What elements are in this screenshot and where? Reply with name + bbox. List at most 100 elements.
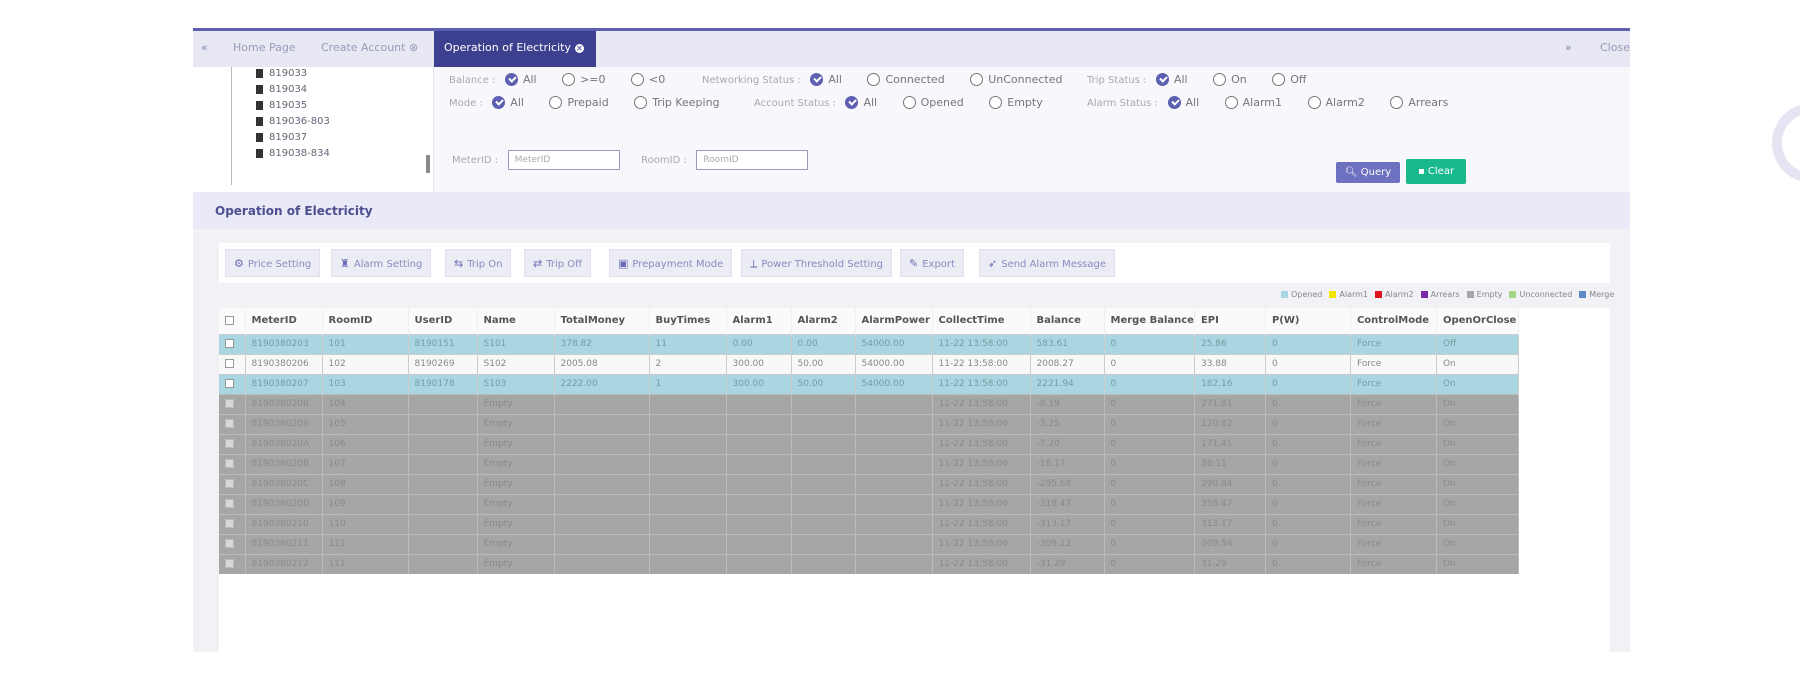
scroll-right-icon[interactable]: » bbox=[1565, 41, 1572, 54]
table-cell: 0 bbox=[1265, 373, 1351, 394]
row-checkbox[interactable] bbox=[219, 373, 246, 394]
table-row[interactable]: 819038020B 107 Empty 11-22 13:58:00 -18.17 0 3… bbox=[219, 453, 1519, 474]
table-cell bbox=[554, 433, 650, 454]
table-row[interactable]: 819038020D 109 Empty 11-22 13:58:00 -318.47 0… bbox=[219, 493, 1519, 514]
tree-node[interactable]: 819033 bbox=[256, 66, 307, 82]
table-row[interactable]: 8190380207 103 8190178 S103 2222.00 1 300.00 50… bbox=[219, 373, 1519, 394]
send-alarm-button[interactable]: ➶ Send Alarm Message bbox=[979, 249, 1116, 277]
column-header[interactable]: Alarm2 bbox=[791, 308, 856, 334]
trip-option-on[interactable]: On bbox=[1213, 72, 1247, 87]
table-row[interactable]: 8190380211 111 Empty 11-22 13:58:00 -309.12 0… bbox=[219, 533, 1519, 554]
trip-on-button[interactable]: ⇆ Trip On bbox=[445, 249, 512, 277]
row-checkbox[interactable] bbox=[219, 433, 246, 454]
close-tab-icon[interactable]: ⊗ bbox=[409, 41, 418, 54]
table-cell: 50.00 bbox=[791, 353, 856, 374]
table-row[interactable]: 8190380212 111 Empty 11-22 13:58:00 -31.29 0 3… bbox=[219, 553, 1519, 574]
table-row[interactable]: 8190380206 102 8190269 S102 2005.08 2 300.00 50… bbox=[219, 353, 1519, 374]
file-icon bbox=[256, 84, 263, 94]
column-header[interactable]: ControlMode bbox=[1350, 308, 1437, 334]
tree-node[interactable]: 819035 bbox=[256, 98, 307, 114]
prepayment-mode-button[interactable]: ▣ Prepayment Mode bbox=[609, 249, 733, 277]
row-checkbox[interactable] bbox=[219, 473, 246, 494]
table-cell: -313.17 bbox=[1030, 513, 1105, 534]
mode-option-trip-keeping[interactable]: Trip Keeping bbox=[634, 95, 720, 110]
networking-option-unconnected[interactable]: UnConnected bbox=[970, 72, 1062, 87]
column-header[interactable]: AlarmPower bbox=[855, 308, 933, 334]
table-row[interactable]: 8190380208 104 Empty 11-22 13:58:00 -8.19 0 27… bbox=[219, 393, 1519, 414]
table-cell: Force bbox=[1350, 473, 1437, 494]
alarm-setting-button[interactable]: ♜ Alarm Setting bbox=[331, 249, 432, 277]
row-checkbox[interactable] bbox=[219, 553, 246, 574]
alarm-option-alarm1[interactable]: Alarm1 bbox=[1224, 95, 1282, 110]
tree-node[interactable]: 819034 bbox=[256, 82, 307, 98]
column-header[interactable]: Name bbox=[477, 308, 555, 334]
row-checkbox[interactable] bbox=[219, 353, 246, 374]
alarm-setting-label: Alarm Setting bbox=[353, 259, 423, 270]
tree-node[interactable]: 819038-834 bbox=[256, 146, 330, 162]
networking-option-connected[interactable]: Connected bbox=[867, 72, 945, 87]
column-header[interactable]: Merge Balance bbox=[1104, 308, 1195, 334]
column-header[interactable]: MeterID bbox=[245, 308, 323, 334]
table-row[interactable]: 8190380209 105 Empty 11-22 13:58:00 -3.25 0 12… bbox=[219, 413, 1519, 434]
scroll-left-icon[interactable]: « bbox=[201, 41, 208, 54]
column-header[interactable]: EPI bbox=[1194, 308, 1266, 334]
tree-node[interactable]: 819036-803 bbox=[256, 114, 330, 130]
column-header[interactable]: TotalMoney bbox=[554, 308, 650, 334]
export-button[interactable]: ✎ Export bbox=[900, 249, 964, 277]
trip-option-off[interactable]: Off bbox=[1272, 72, 1307, 87]
mode-option-prepaid[interactable]: Prepaid bbox=[549, 95, 609, 110]
table-cell: 300.00 bbox=[726, 353, 792, 374]
column-header[interactable]: Alarm1 bbox=[726, 308, 792, 334]
close-menu[interactable]: Close bbox=[1600, 31, 1630, 67]
close-tab-icon[interactable]: ✕ bbox=[574, 43, 584, 53]
column-header[interactable]: RoomID bbox=[322, 308, 409, 334]
column-header[interactable]: OpenOrClose bbox=[1436, 308, 1519, 334]
action-toolbar: ⚙ Price Setting ♜ Alarm Setting ⇆ Trip On ⇄… bbox=[219, 243, 1610, 283]
balance-option-positive[interactable]: >=0 bbox=[562, 72, 606, 87]
tab-operation-of-electricity[interactable]: Operation of Electricity ✕ bbox=[434, 31, 596, 67]
tab-home[interactable]: Home Page bbox=[223, 31, 306, 67]
radio-icon bbox=[1224, 95, 1238, 109]
column-header[interactable]: Balance bbox=[1030, 308, 1105, 334]
meter-id-input[interactable]: MeterID bbox=[507, 150, 620, 170]
alarm-option-arrears[interactable]: Arrears bbox=[1390, 95, 1448, 110]
price-setting-button[interactable]: ⚙ Price Setting bbox=[225, 249, 321, 277]
query-button[interactable]: 🔍︎ Query bbox=[1336, 162, 1400, 183]
row-checkbox[interactable] bbox=[219, 533, 246, 554]
alarm-option-all[interactable]: All bbox=[1167, 95, 1199, 110]
clear-button[interactable]: ▪ Clear bbox=[1406, 159, 1466, 184]
account-option-opened[interactable]: Opened bbox=[902, 95, 964, 110]
legend-item: Empty bbox=[1466, 290, 1502, 299]
table-cell: 0 bbox=[1104, 353, 1195, 374]
row-checkbox[interactable] bbox=[219, 453, 246, 474]
tree-node[interactable]: 819037 bbox=[256, 130, 307, 146]
table-row[interactable]: 819038020A 106 Empty 11-22 13:58:00 -7.20 0 17… bbox=[219, 433, 1519, 454]
column-header[interactable]: BuyTimes bbox=[649, 308, 727, 334]
tree-scrollbar[interactable] bbox=[426, 155, 430, 173]
select-all-checkbox[interactable] bbox=[219, 308, 246, 334]
mode-option-all[interactable]: All bbox=[492, 95, 524, 110]
column-header[interactable]: UserID bbox=[408, 308, 478, 334]
table-row[interactable]: 819038020C 108 Empty 11-22 13:58:00 -295.68 0… bbox=[219, 473, 1519, 494]
account-option-all[interactable]: All bbox=[845, 95, 877, 110]
alarm-option-alarm2[interactable]: Alarm2 bbox=[1307, 95, 1365, 110]
tab-create-account[interactable]: Create Account ⊗ bbox=[311, 31, 428, 67]
trip-option-all[interactable]: All bbox=[1155, 72, 1188, 87]
room-id-input[interactable]: RoomID bbox=[696, 150, 809, 170]
networking-option-all[interactable]: All bbox=[810, 72, 842, 87]
row-checkbox[interactable] bbox=[219, 413, 246, 434]
column-header[interactable]: CollectTime bbox=[932, 308, 1031, 334]
balance-option-negative[interactable]: <0 bbox=[631, 72, 665, 87]
balance-option-all[interactable]: All bbox=[504, 72, 537, 87]
power-threshold-button[interactable]: ⟂ Power Threshold Setting bbox=[741, 249, 893, 277]
row-checkbox[interactable] bbox=[219, 513, 246, 534]
row-checkbox[interactable] bbox=[219, 393, 246, 414]
account-option-empty[interactable]: Empty bbox=[989, 95, 1043, 110]
table-row[interactable]: 8190380203 101 8190151 S101 378.82 11 0.00 0.00… bbox=[219, 333, 1519, 354]
table-row[interactable]: 8190380210 110 Empty 11-22 13:58:00 -313.17 0… bbox=[219, 513, 1519, 534]
row-checkbox[interactable] bbox=[219, 493, 246, 514]
row-checkbox[interactable] bbox=[219, 333, 246, 354]
column-header[interactable]: P(W) bbox=[1265, 308, 1351, 334]
trip-off-button[interactable]: ⇄ Trip Off bbox=[524, 249, 592, 277]
table-cell: 110 bbox=[322, 513, 409, 534]
